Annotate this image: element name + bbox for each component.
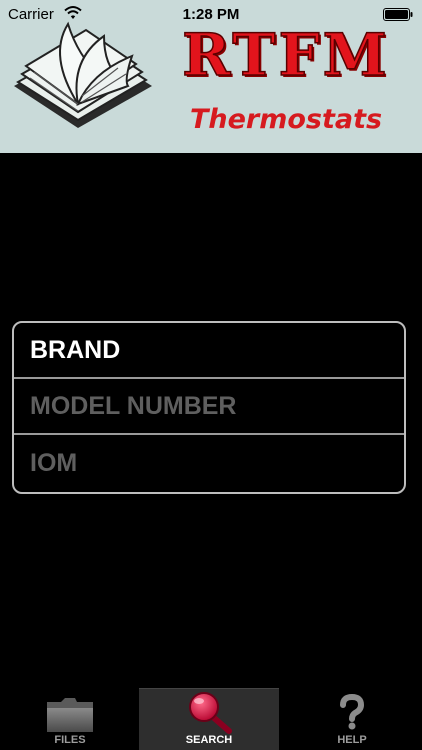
tab-files-label: FILES <box>54 734 86 746</box>
logo-title: RTFM <box>181 21 390 89</box>
question-mark-icon <box>340 694 365 730</box>
tab-help-label: HELP <box>337 734 367 746</box>
tab-help[interactable]: HELP <box>282 688 422 750</box>
tab-search[interactable]: SEARCH <box>139 688 279 750</box>
criteria-model-number[interactable]: MODEL NUMBER <box>14 379 404 435</box>
magnifier-icon <box>189 692 232 734</box>
folder-icon <box>47 698 93 732</box>
header-banner: Carrier 1:28 PM RTFM Thermostats <box>0 0 422 153</box>
battery-icon <box>383 8 413 21</box>
tab-bar: FILES SEARCH HELP <box>0 688 422 750</box>
tab-search-label: SEARCH <box>185 734 233 746</box>
tab-files[interactable]: FILES <box>0 688 140 750</box>
criteria-iom[interactable]: IOM <box>14 435 404 491</box>
logo-subtitle: Thermostats <box>189 104 383 135</box>
app-screen: Carrier 1:28 PM RTFM Thermostats BRAND M… <box>0 0 422 750</box>
criteria-brand[interactable]: BRAND <box>14 323 404 379</box>
search-criteria-list: BRAND MODEL NUMBER IOM <box>12 321 406 494</box>
open-book-icon <box>14 21 152 128</box>
